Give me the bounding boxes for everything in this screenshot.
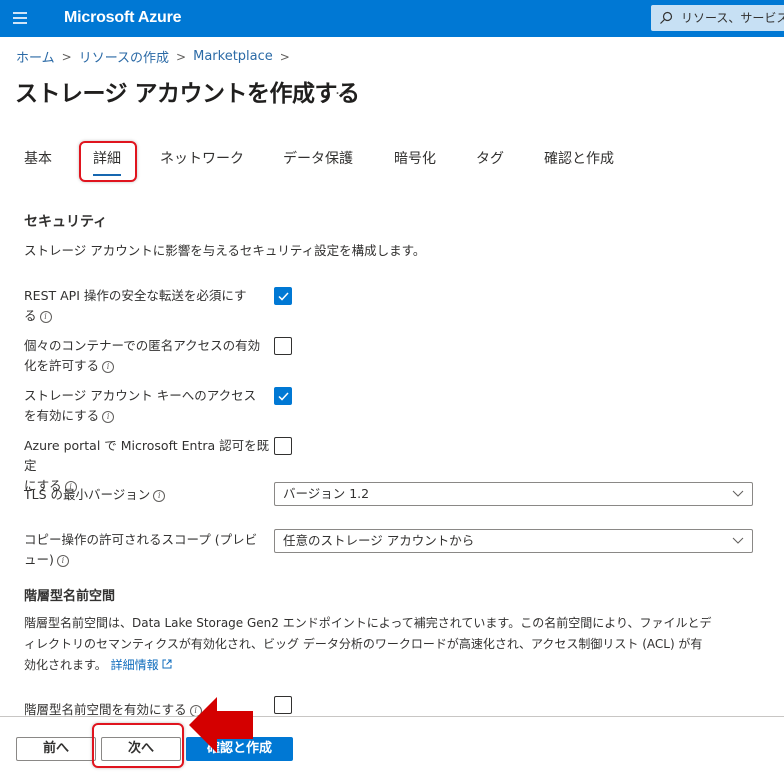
previous-button[interactable]: 前へ bbox=[16, 737, 96, 761]
label-text: コピー操作の許可されるスコープ (プレビ bbox=[24, 532, 258, 547]
tls-version-label: TLS の最小バージョン i bbox=[24, 485, 274, 505]
desc-line: 効化されます。 bbox=[24, 658, 107, 672]
label-text: 個々のコンテナーでの匿名アクセスの有効 bbox=[24, 338, 261, 353]
breadcrumb-separator: > bbox=[61, 49, 72, 64]
info-icon[interactable]: i bbox=[189, 704, 202, 717]
tab-label: 基本 bbox=[24, 151, 52, 167]
footer-divider bbox=[0, 716, 784, 717]
page-title: ストレージ アカウントを作成する bbox=[15, 81, 360, 107]
info-icon[interactable]: i bbox=[102, 410, 115, 423]
chevron-down-icon bbox=[732, 490, 744, 497]
label-text: を有効にする bbox=[24, 408, 100, 423]
tab-label: 確認と作成 bbox=[544, 151, 614, 167]
desc-line: 階層型名前空間は、Data Lake Storage Gen2 エンドポイントに… bbox=[24, 616, 712, 630]
tab-networking[interactable]: ネットワーク bbox=[160, 148, 244, 168]
learn-more-link[interactable]: 詳細情報 bbox=[111, 658, 173, 672]
tab-review-create[interactable]: 確認と作成 bbox=[544, 148, 614, 168]
tab-label: 詳細 bbox=[93, 151, 121, 167]
anonymous-access-label: 個々のコンテナーでの匿名アクセスの有効 化を許可する i bbox=[24, 336, 274, 376]
checkmark-icon bbox=[278, 392, 289, 401]
selected-value: バージョン 1.2 bbox=[283, 486, 370, 501]
tab-basics[interactable]: 基本 bbox=[24, 148, 52, 168]
hns-heading: 階層型名前空間 bbox=[24, 589, 116, 604]
security-heading: セキュリティ bbox=[24, 214, 108, 230]
tls-version-select[interactable]: バージョン 1.2 bbox=[274, 482, 753, 506]
brand-logo[interactable]: Microsoft Azure bbox=[64, 9, 182, 27]
hns-description: 階層型名前空間は、Data Lake Storage Gen2 エンドポイントに… bbox=[24, 613, 784, 676]
breadcrumb-home[interactable]: ホーム bbox=[16, 47, 55, 66]
info-icon[interactable]: i bbox=[39, 310, 52, 323]
info-icon[interactable]: i bbox=[56, 554, 69, 567]
label-text: Azure portal で Microsoft Entra 認可を既定 bbox=[24, 438, 270, 473]
breadcrumb-marketplace[interactable]: Marketplace bbox=[193, 49, 273, 64]
tab-label: データ保護 bbox=[283, 151, 353, 167]
breadcrumb-separator: > bbox=[176, 49, 187, 64]
account-key-access-label: ストレージ アカウント キーへのアクセス を有効にする i bbox=[24, 386, 274, 426]
tab-label: ネットワーク bbox=[160, 151, 244, 167]
breadcrumb-create-resource[interactable]: リソースの作成 bbox=[79, 47, 169, 66]
tab-encryption[interactable]: 暗号化 bbox=[394, 148, 436, 168]
top-bar: Microsoft Azure bbox=[0, 0, 784, 37]
security-description: ストレージ アカウントに影響を与えるセキュリティ設定を構成します。 bbox=[24, 243, 426, 258]
label-text: TLS の最小バージョン bbox=[24, 487, 151, 502]
anonymous-access-checkbox[interactable] bbox=[274, 337, 292, 355]
info-icon[interactable]: i bbox=[102, 360, 115, 373]
hamburger-menu-icon[interactable] bbox=[13, 12, 27, 24]
desc-line: ィレクトリのセマンティクスが有効化され、ビッグ データ分析のワークロードが高速化… bbox=[24, 637, 703, 651]
label-text: ュー) bbox=[24, 552, 54, 567]
selected-value: 任意のストレージ アカウントから bbox=[283, 533, 475, 548]
hns-enable-label: 階層型名前空間を有効にする i bbox=[24, 700, 274, 720]
label-text: ストレージ アカウント キーへのアクセス bbox=[24, 388, 257, 403]
label-text: 階層型名前空間を有効にする bbox=[24, 702, 187, 717]
hns-enable-checkbox[interactable] bbox=[274, 696, 292, 714]
active-tab-indicator bbox=[93, 174, 121, 176]
external-link-icon bbox=[162, 659, 172, 669]
global-search[interactable] bbox=[651, 5, 784, 31]
label-text: る bbox=[24, 308, 37, 323]
breadcrumb-separator: > bbox=[279, 49, 290, 64]
info-icon[interactable]: i bbox=[153, 489, 166, 502]
label-text: REST API 操作の安全な転送を必須にす bbox=[24, 288, 247, 303]
more-options-button[interactable]: … bbox=[335, 80, 350, 98]
search-icon bbox=[660, 11, 673, 24]
secure-transfer-checkbox[interactable] bbox=[274, 287, 292, 305]
copy-scope-label: コピー操作の許可されるスコープ (プレビ ュー) i bbox=[24, 530, 274, 570]
label-text: 化を許可する bbox=[24, 358, 100, 373]
tab-label: タグ bbox=[476, 151, 504, 167]
chevron-down-icon bbox=[732, 537, 744, 544]
link-text: 詳細情報 bbox=[110, 658, 159, 672]
tab-data-protection[interactable]: データ保護 bbox=[283, 148, 353, 168]
next-button[interactable]: 次へ bbox=[101, 737, 181, 761]
tab-label: 暗号化 bbox=[394, 151, 436, 167]
tab-advanced[interactable]: 詳細 bbox=[93, 148, 121, 176]
checkmark-icon bbox=[278, 292, 289, 301]
tab-tags[interactable]: タグ bbox=[476, 148, 504, 168]
copy-scope-select[interactable]: 任意のストレージ アカウントから bbox=[274, 529, 753, 553]
entra-auth-default-checkbox[interactable] bbox=[274, 437, 292, 455]
account-key-access-checkbox[interactable] bbox=[274, 387, 292, 405]
secure-transfer-label: REST API 操作の安全な転送を必須にする i bbox=[24, 286, 274, 326]
search-input[interactable] bbox=[681, 11, 784, 25]
breadcrumb: ホーム > リソースの作成 > Marketplace > bbox=[16, 47, 297, 66]
review-create-button[interactable]: 確認と作成 bbox=[186, 737, 293, 761]
